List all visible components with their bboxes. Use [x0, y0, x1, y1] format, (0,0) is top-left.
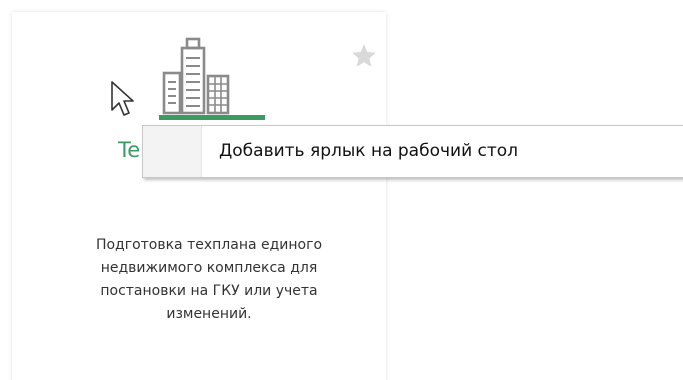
menu-item-label: Добавить ярлык на рабочий стол	[219, 141, 519, 161]
page: Te Подготовка техплана единого недвижимо…	[0, 0, 683, 380]
card-description: Подготовка техплана единого недвижимого …	[95, 237, 323, 322]
buildings-icon	[159, 37, 265, 120]
mouse-cursor-icon	[111, 81, 134, 116]
menu-item-add-desktop-shortcut[interactable]: Добавить ярлык на рабочий стол	[202, 126, 683, 177]
service-card[interactable]: Te Подготовка техплана единого недвижимо…	[12, 12, 386, 380]
menu-icon-column	[143, 126, 202, 177]
context-menu: Добавить ярлык на рабочий стол	[142, 125, 683, 178]
star-icon[interactable]	[350, 42, 378, 70]
